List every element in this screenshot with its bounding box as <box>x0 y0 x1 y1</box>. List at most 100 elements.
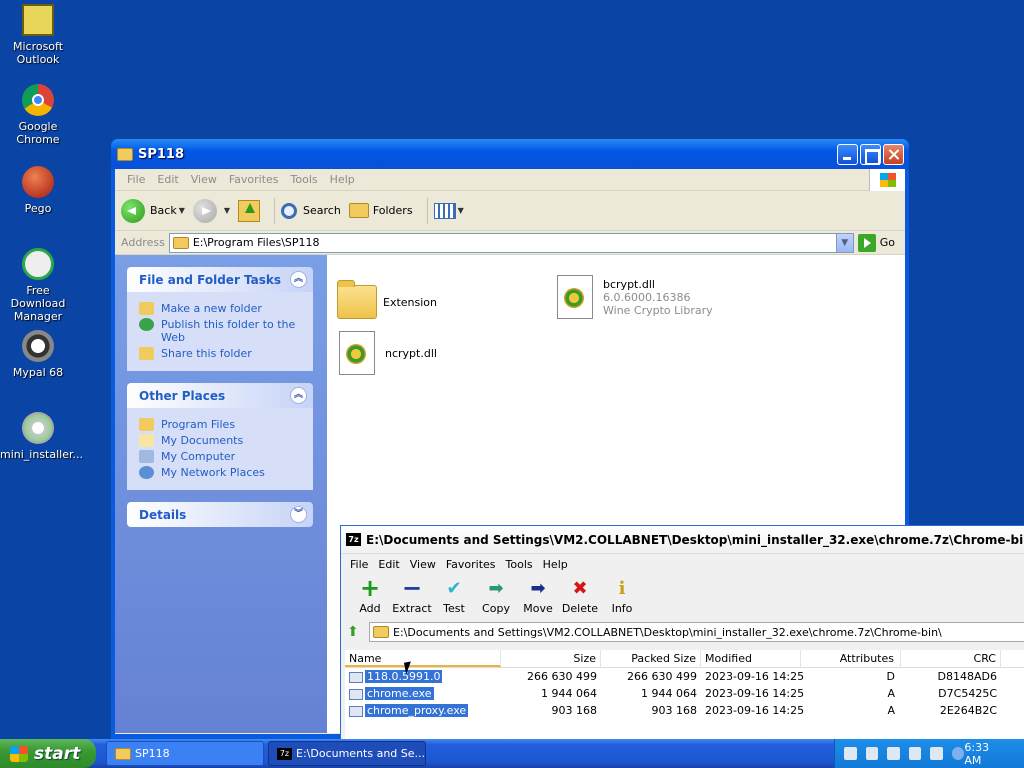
keyboard-icon[interactable] <box>844 747 857 760</box>
extract-button[interactable]: − Extract <box>391 574 433 615</box>
address-input[interactable]: E:\Program Files\SP118 ▼ <box>168 232 854 253</box>
table-row[interactable]: 118.0.5991.0 266 630 499 266 630 499 202… <box>345 668 1024 685</box>
up-folder-icon[interactable]: ⬆ <box>347 624 363 640</box>
menu-view[interactable]: View <box>185 173 223 186</box>
forward-button[interactable]: ▼ <box>192 198 230 223</box>
tool-label: Delete <box>561 602 599 615</box>
task-label: Share this folder <box>161 347 252 360</box>
task-publish-web[interactable]: Publish this folder to the Web <box>139 318 313 344</box>
desktop-icon-fdm[interactable]: Free Download Manager <box>0 248 76 323</box>
menu-help[interactable]: Help <box>538 558 573 571</box>
row-size: 266 630 499 <box>527 670 597 683</box>
explorer-title-bar[interactable]: SP118 <box>111 139 909 169</box>
back-button[interactable]: Back ▼ <box>121 198 185 223</box>
desktop-icon-chrome[interactable]: Google Chrome <box>0 84 76 146</box>
network-icon[interactable] <box>930 747 943 760</box>
row-modified: 2023-09-16 14:25 <box>705 670 805 683</box>
dll-file-icon <box>557 275 593 319</box>
place-network-places[interactable]: My Network Places <box>139 466 313 479</box>
place-my-computer[interactable]: My Computer <box>139 450 313 463</box>
task-share-folder[interactable]: Share this folder <box>139 347 313 360</box>
pen-icon[interactable] <box>865 747 879 760</box>
desktop-icon-outlook[interactable]: Microsoft Outlook <box>0 4 76 66</box>
menu-favorites[interactable]: Favorites <box>441 558 501 571</box>
go-button[interactable]: Go <box>857 233 895 252</box>
chat-icon[interactable] <box>887 747 900 760</box>
menu-edit[interactable]: Edit <box>151 173 184 186</box>
search-button[interactable]: Search <box>281 202 341 219</box>
folders-label: Folders <box>372 204 413 217</box>
help-icon[interactable] <box>908 747 922 760</box>
sevenzip-window[interactable]: 7z E:\Documents and Settings\VM2.COLLABN… <box>340 525 1024 745</box>
taskbar-item-7zip[interactable]: 7z E:\Documents and Se... <box>268 741 426 766</box>
desktop-icon-pego[interactable]: Pego <box>0 166 76 215</box>
place-label: Program Files <box>161 418 236 431</box>
taskbar-item-sp118[interactable]: SP118 <box>106 741 264 766</box>
maximize-button[interactable] <box>860 143 881 165</box>
column-header-size[interactable]: Size <box>501 650 601 667</box>
panel-header[interactable]: Details ︾ <box>127 502 313 527</box>
file-name: bcrypt.dll <box>603 277 655 291</box>
file-version: 6.0.6000.16386 <box>603 290 691 304</box>
tool-label: Info <box>611 602 633 615</box>
info-button[interactable]: i Info <box>601 576 643 616</box>
table-row[interactable]: chrome_proxy.exe 903 168 903 168 2023-09… <box>345 702 1024 719</box>
copy-arrow-icon: ➡ <box>488 577 504 599</box>
chevron-down-icon[interactable]: ▼ <box>224 206 230 215</box>
chevron-up-icon[interactable]: ︽ <box>290 387 307 404</box>
chevron-up-icon[interactable]: ︽ <box>290 271 307 288</box>
panel-header[interactable]: File and Folder Tasks ︽ <box>127 267 313 292</box>
column-header-attributes[interactable]: Attributes <box>801 650 901 667</box>
file-item-extension[interactable]: Extension <box>337 280 437 319</box>
table-row[interactable]: chrome.exe 1 944 064 1 944 064 2023-09-1… <box>345 685 1024 702</box>
delete-button[interactable]: ✖ Delete <box>559 576 601 616</box>
folder-icon <box>337 280 377 319</box>
share-icon <box>139 347 154 360</box>
close-button[interactable] <box>883 143 904 165</box>
sevenzip-title-bar[interactable]: 7z E:\Documents and Settings\VM2.COLLABN… <box>341 526 1024 554</box>
move-button[interactable]: ➡ Move <box>517 576 559 616</box>
menu-tools[interactable]: Tools <box>501 558 538 571</box>
chevron-down-icon[interactable]: ▼ <box>179 206 185 215</box>
place-my-documents[interactable]: My Documents <box>139 434 313 447</box>
file-item-bcrypt[interactable]: bcrypt.dll 6.0.6000.16386 Wine Crypto Li… <box>557 275 713 319</box>
chevron-down-icon[interactable]: ▼ <box>835 233 853 252</box>
menu-file[interactable]: File <box>345 558 373 571</box>
menu-help[interactable]: Help <box>324 173 361 186</box>
desktop-icon-mypal[interactable]: Mypal 68 <box>0 330 76 379</box>
column-header-packed-size[interactable]: Packed Size <box>601 650 701 667</box>
column-header-name[interactable]: Name <box>345 650 501 667</box>
minimize-button[interactable] <box>837 143 858 165</box>
place-program-files[interactable]: Program Files <box>139 418 313 431</box>
clock[interactable]: 6:33 AM <box>964 741 1008 767</box>
task-make-folder[interactable]: Make a new folder <box>139 302 313 315</box>
start-button[interactable]: start <box>0 739 96 768</box>
file-item-ncrypt[interactable]: ncrypt.dll <box>339 331 437 375</box>
menu-edit[interactable]: Edit <box>373 558 404 571</box>
test-button[interactable]: ✔ Test <box>433 576 475 616</box>
chevron-down-icon[interactable]: ︾ <box>290 506 307 523</box>
up-folder-button[interactable] <box>238 199 261 222</box>
views-button[interactable]: ▼ <box>433 202 464 219</box>
folders-button[interactable]: Folders <box>348 203 413 218</box>
column-header-modified[interactable]: Modified <box>701 650 801 667</box>
window-title: E:\Documents and Settings\VM2.COLLABNET\… <box>366 532 1024 547</box>
menu-tools[interactable]: Tools <box>285 173 324 186</box>
add-button[interactable]: + Add <box>349 574 391 615</box>
forward-arrow-icon <box>192 198 217 223</box>
back-arrow-icon[interactable] <box>951 747 965 760</box>
column-header-crc[interactable]: CRC <box>901 650 1001 667</box>
menu-view[interactable]: View <box>405 558 441 571</box>
path-bar: ⬆ E:\Documents and Settings\VM2.COLLABNE… <box>341 620 1024 644</box>
address-bar: Address E:\Program Files\SP118 ▼ Go <box>115 231 905 255</box>
chevron-down-icon[interactable]: ▼ <box>458 206 464 215</box>
task-pane: File and Folder Tasks ︽ Make a new folde… <box>115 255 327 733</box>
desktop-icon-installer[interactable]: mini_installer... <box>0 412 83 461</box>
copy-button[interactable]: ➡ Copy <box>475 576 517 616</box>
menu-file[interactable]: File <box>121 173 151 186</box>
menu-favorites[interactable]: Favorites <box>223 173 285 186</box>
path-input[interactable]: E:\Documents and Settings\VM2.COLLABNET\… <box>369 622 1024 642</box>
folder-icon <box>373 626 389 638</box>
place-label: My Documents <box>161 434 244 447</box>
panel-header[interactable]: Other Places ︽ <box>127 383 313 408</box>
